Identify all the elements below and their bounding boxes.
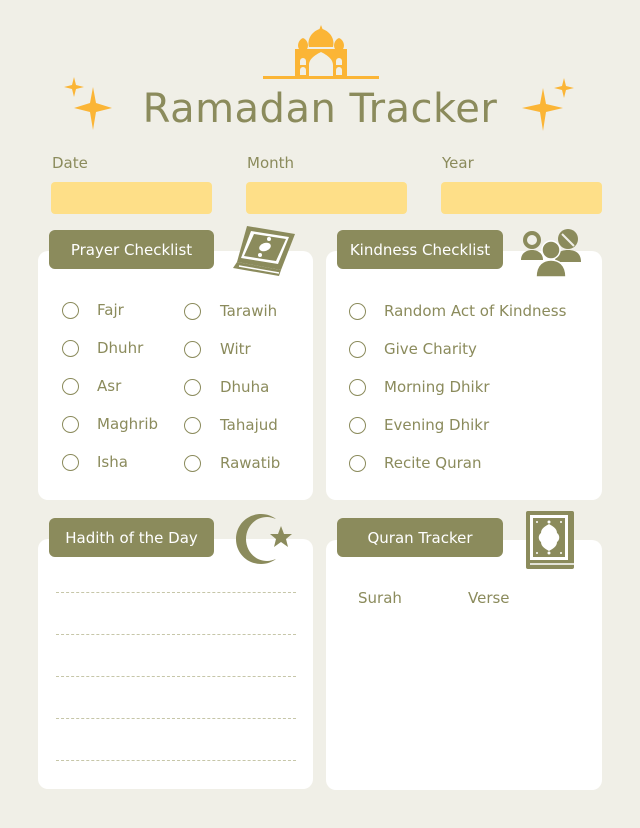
year-input[interactable] — [441, 182, 602, 214]
mosque-icon — [263, 25, 379, 79]
check-label: Fajr — [97, 301, 124, 319]
prayer-item: Dhuha — [184, 377, 280, 397]
morning-dhikr-checkbox[interactable] — [349, 378, 366, 396]
random-act-checkbox[interactable] — [349, 302, 366, 320]
writing-line — [56, 718, 296, 719]
page-title: Ramadan Tracker — [142, 86, 498, 132]
writing-line — [56, 676, 296, 677]
quran-tracker-title: Quran Tracker — [337, 518, 503, 557]
surah-label: Surah — [358, 589, 402, 607]
check-label: Evening Dhikr — [384, 416, 490, 434]
tarawih-checkbox[interactable] — [184, 302, 201, 320]
prayer-column-2: Tarawih Witr Dhuha Tahajud Rawatib — [184, 301, 280, 473]
check-label: Isha — [97, 453, 128, 471]
book-icon — [233, 226, 295, 276]
quran-tracker-card — [326, 540, 602, 790]
kindness-list: Random Act of Kindness Give Charity Morn… — [349, 301, 566, 473]
recite-quran-checkbox[interactable] — [349, 454, 366, 472]
evening-dhikr-checkbox[interactable] — [349, 416, 366, 434]
month-label: Month — [247, 154, 295, 172]
date-input[interactable] — [51, 182, 212, 214]
asr-checkbox[interactable] — [62, 377, 79, 395]
check-label: Recite Quran — [384, 454, 482, 472]
writing-line — [56, 592, 296, 593]
dhuha-checkbox[interactable] — [184, 378, 201, 396]
year-label: Year — [442, 154, 474, 172]
prayer-checklist-title: Prayer Checklist — [49, 230, 214, 269]
writing-line — [56, 634, 296, 635]
check-label: Rawatib — [220, 454, 281, 472]
witr-checkbox[interactable] — [184, 340, 201, 358]
check-label: Morning Dhikr — [384, 378, 490, 396]
quran-icon — [526, 511, 574, 569]
kindness-item: Evening Dhikr — [349, 415, 566, 435]
month-input[interactable] — [246, 182, 407, 214]
prayer-item: Witr — [184, 339, 280, 359]
dhuhr-checkbox[interactable] — [62, 339, 79, 357]
people-icon — [521, 229, 581, 278]
check-label: Witr — [220, 340, 251, 358]
check-label: Dhuha — [220, 378, 270, 396]
prayer-item: Fajr — [62, 300, 158, 320]
tahajud-checkbox[interactable] — [184, 416, 201, 434]
crescent-star-icon — [236, 514, 292, 564]
check-label: Tahajud — [220, 416, 278, 434]
rawatib-checkbox[interactable] — [184, 454, 201, 472]
prayer-item: Maghrib — [62, 414, 158, 434]
check-label: Random Act of Kindness — [384, 302, 567, 320]
writing-line — [56, 760, 296, 761]
date-label: Date — [52, 154, 88, 172]
hadith-title: Hadith of the Day — [49, 518, 214, 557]
prayer-item: Rawatib — [184, 453, 280, 473]
hadith-lines — [56, 592, 296, 761]
verse-label: Verse — [468, 589, 510, 607]
kindness-item: Morning Dhikr — [349, 377, 566, 397]
prayer-item: Dhuhr — [62, 338, 158, 358]
kindness-item: Random Act of Kindness — [349, 301, 566, 321]
kindness-checklist-title: Kindness Checklist — [337, 230, 503, 269]
check-label: Dhuhr — [97, 339, 144, 357]
check-label: Tarawih — [220, 302, 278, 320]
isha-checkbox[interactable] — [62, 453, 79, 471]
check-label: Give Charity — [384, 340, 477, 358]
prayer-item: Tarawih — [184, 301, 280, 321]
maghrib-checkbox[interactable] — [62, 415, 79, 433]
check-label: Asr — [97, 377, 122, 395]
prayer-item: Asr — [62, 376, 158, 396]
check-label: Maghrib — [97, 415, 159, 433]
kindness-item: Recite Quran — [349, 453, 566, 473]
kindness-item: Give Charity — [349, 339, 566, 359]
prayer-column-1: Fajr Dhuhr Asr Maghrib Isha — [62, 300, 158, 472]
fajr-checkbox[interactable] — [62, 301, 79, 319]
give-charity-checkbox[interactable] — [349, 340, 366, 358]
prayer-item: Tahajud — [184, 415, 280, 435]
prayer-item: Isha — [62, 452, 158, 472]
